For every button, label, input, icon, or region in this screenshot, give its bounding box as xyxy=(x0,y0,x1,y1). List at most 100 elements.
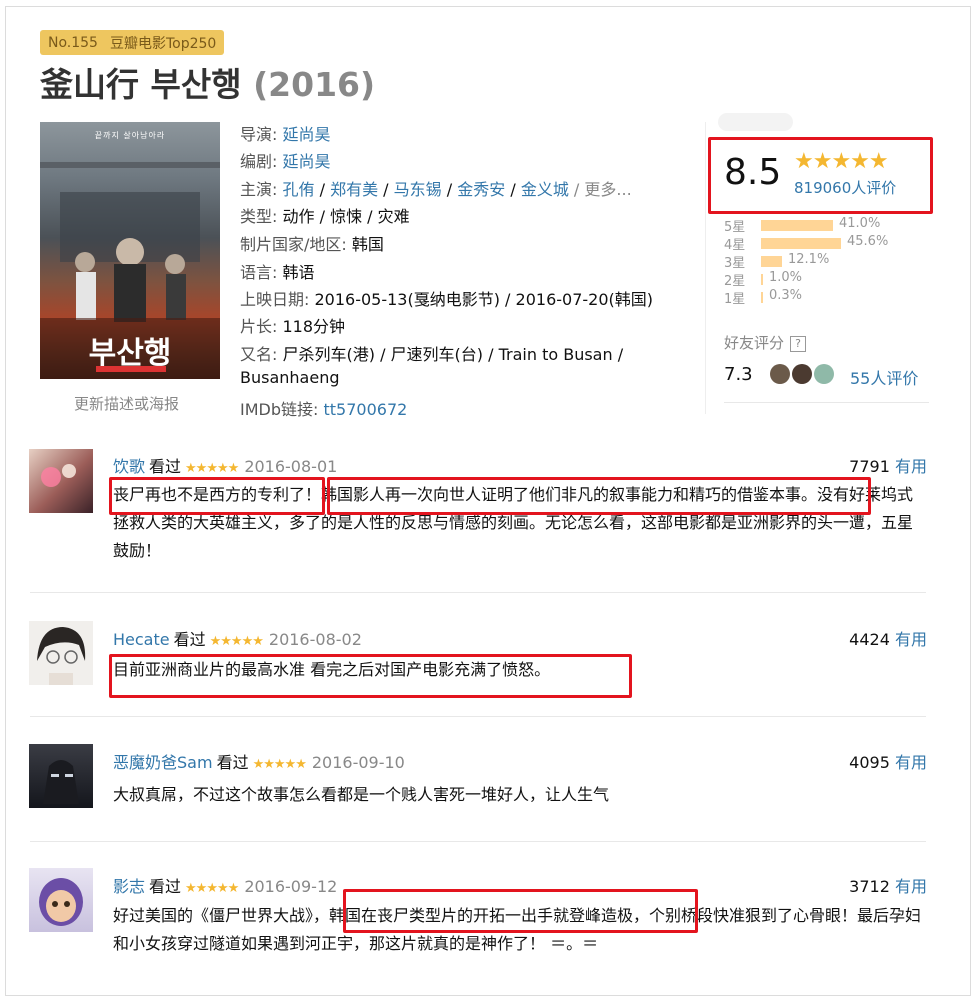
review-divider xyxy=(30,841,926,842)
friend-avatar[interactable] xyxy=(792,364,812,384)
release-value: 2016-05-13(戛纳电影节) / 2016-07-20(韩国) xyxy=(314,290,654,309)
language-row: 语言: 韩语 xyxy=(240,259,315,283)
cast-link[interactable]: 金秀安 xyxy=(457,180,505,199)
release-label: 上映日期: xyxy=(240,290,310,309)
cast-link[interactable]: 郑有美 xyxy=(330,180,378,199)
cast-more-link[interactable]: / 更多... xyxy=(574,180,632,199)
review-divider xyxy=(30,592,926,593)
review-divider xyxy=(30,716,926,717)
histogram-label: 5星 xyxy=(724,220,746,235)
review-stars: ★★★★★ xyxy=(185,881,239,896)
language-label: 语言: xyxy=(240,263,278,282)
useful-button[interactable]: 有用 xyxy=(895,457,927,476)
director-link[interactable]: 延尚昊 xyxy=(283,125,331,144)
useful-votes: 7791 有用 xyxy=(849,453,927,477)
aka-row: 又名: 尸杀列车(港) / 尸速列车(台) / Train to Busan / xyxy=(240,341,623,365)
histogram-row: 1星 0.3% xyxy=(724,288,802,307)
top250-label: 豆瓣电影Top250 xyxy=(109,35,217,52)
useful-button[interactable]: 有用 xyxy=(895,877,927,896)
genre-label: 类型: xyxy=(240,207,278,226)
review-user-link[interactable]: 饮歌 xyxy=(113,457,145,476)
histogram-percent: 45.6% xyxy=(847,234,889,249)
avatar-art xyxy=(37,627,86,685)
cast-separator: / xyxy=(441,180,458,199)
genre-value: 动作 / 惊悚 / 灾难 xyxy=(282,207,410,226)
friend-count-link[interactable]: 55人评价 xyxy=(850,365,918,389)
useful-count: 4095 xyxy=(849,753,890,772)
review-date: 2016-08-02 xyxy=(268,630,362,649)
useful-votes: 4095 有用 xyxy=(849,749,927,773)
country-label: 制片国家/地区: xyxy=(240,235,347,254)
genre-row: 类型: 动作 / 惊悚 / 灾难 xyxy=(240,203,410,227)
useful-count: 3712 xyxy=(849,877,890,896)
movie-year: (2016) xyxy=(253,65,376,104)
avatar[interactable] xyxy=(29,744,93,808)
help-icon[interactable]: ? xyxy=(790,335,807,352)
avatar[interactable] xyxy=(29,868,93,932)
writer-link[interactable]: 延尚昊 xyxy=(283,152,331,171)
movie-title: 釜山行 부산행 xyxy=(40,65,242,104)
histogram-label: 4星 xyxy=(724,238,746,253)
review-user-link[interactable]: Hecate xyxy=(113,630,170,649)
avatar-art xyxy=(43,760,79,804)
review-header: 影志 看过 ★★★★★ 2016-09-12 xyxy=(113,873,337,897)
avatar[interactable] xyxy=(29,621,93,685)
runtime-label: 片长: xyxy=(240,317,278,336)
avatar-art xyxy=(39,878,83,926)
histogram-percent: 1.0% xyxy=(769,270,803,285)
review-user-link[interactable]: 影志 xyxy=(113,877,145,896)
watched-label: 看过 xyxy=(149,457,182,476)
top250-badge[interactable]: No.155 豆瓣电影Top250 xyxy=(40,30,225,55)
country-value: 韩国 xyxy=(351,235,384,254)
useful-count: 4424 xyxy=(849,630,890,649)
useful-votes: 3712 有用 xyxy=(849,873,927,897)
aka-value: 尸杀列车(港) / 尸速列车(台) / Train to Busan / xyxy=(282,345,624,364)
watched-label: 看过 xyxy=(149,877,182,896)
watched-label: 看过 xyxy=(216,753,249,772)
avatar-art xyxy=(41,464,76,487)
review-header: 恶魔奶爸Sam 看过 ★★★★★ 2016-09-10 xyxy=(113,749,405,773)
useful-button[interactable]: 有用 xyxy=(895,753,927,772)
aka-label: 又名: xyxy=(240,345,278,364)
aka-value-cont: Busanhaeng xyxy=(240,368,340,387)
friend-avatar[interactable] xyxy=(770,364,790,384)
rank-number: No.155 xyxy=(48,34,98,51)
histogram-bar xyxy=(761,238,841,249)
histogram-percent: 41.0% xyxy=(839,216,881,231)
histogram-percent: 0.3% xyxy=(769,288,803,303)
histogram-percent: 12.1% xyxy=(788,252,830,267)
director-row: 导演: 延尚昊 xyxy=(240,121,331,145)
page-title: 釜山行 부산행 (2016) xyxy=(40,58,375,106)
review-date: 2016-09-12 xyxy=(244,877,338,896)
writer-row: 编剧: 延尚昊 xyxy=(240,148,331,172)
cast-label: 主演: xyxy=(240,180,278,199)
useful-votes: 4424 有用 xyxy=(849,626,927,650)
runtime-row: 片长: 118分钟 xyxy=(240,313,345,337)
histogram-label: 1星 xyxy=(724,292,746,307)
cast-row: 主演: 孔侑 / 郑有美 / 马东锡 / 金秀安 / 金义城 / 更多... xyxy=(240,176,632,200)
release-row: 上映日期: 2016-05-13(戛纳电影节) / 2016-07-20(韩国) xyxy=(240,286,653,310)
useful-count: 7791 xyxy=(849,457,890,476)
friend-rating-text: 好友评分 xyxy=(724,334,785,352)
cast-link[interactable]: 金义城 xyxy=(521,180,569,199)
review-user-link[interactable]: 恶魔奶爸Sam xyxy=(113,753,213,772)
movie-poster[interactable]: 끝까지 살아남아라 부산행 xyxy=(40,122,220,379)
friend-avatars xyxy=(770,364,836,384)
cast-link[interactable]: 马东锡 xyxy=(394,180,442,199)
country-row: 制片国家/地区: 韩国 xyxy=(240,231,384,255)
rating-panel-divider xyxy=(724,402,929,403)
friend-rating-label: 好友评分? xyxy=(724,332,807,353)
useful-button[interactable]: 有用 xyxy=(895,630,927,649)
cast-link[interactable]: 孔侑 xyxy=(283,180,315,199)
imdb-link[interactable]: tt5700672 xyxy=(324,400,408,419)
friend-score: 7.3 xyxy=(724,364,753,385)
review-text: 大叔真屌，不过这个故事怎么看都是一个贱人害死一堆好人，让人生气 xyxy=(113,785,610,804)
update-poster-link[interactable]: 更新描述或海报 xyxy=(74,393,179,414)
highlight-box xyxy=(343,889,698,933)
friend-avatar[interactable] xyxy=(814,364,834,384)
avatar[interactable] xyxy=(29,449,93,513)
cast-separator: / xyxy=(378,180,394,199)
review-stars: ★★★★★ xyxy=(209,634,264,649)
histogram-row: 2星 1.0% xyxy=(724,270,802,289)
review-header: 饮歌 看过 ★★★★★ 2016-08-01 xyxy=(113,453,337,477)
